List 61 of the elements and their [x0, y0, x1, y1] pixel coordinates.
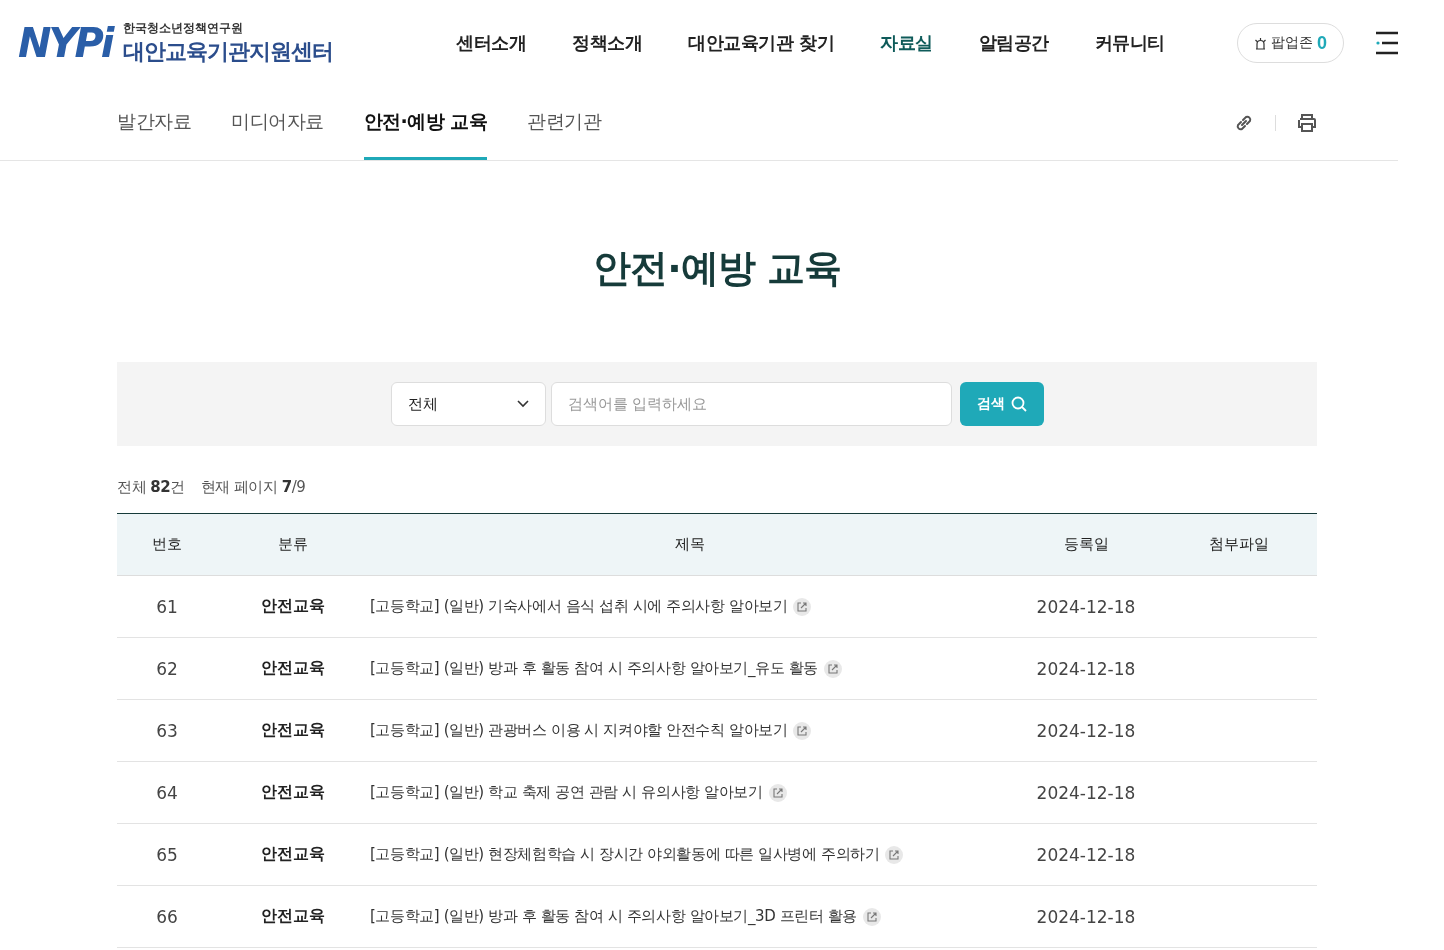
nav-link[interactable]: 센터소개 — [433, 31, 550, 55]
popup-zone-label: 팝업존 — [1271, 34, 1313, 52]
total-count: 전체 82건 — [117, 478, 185, 497]
org-name: 한국청소년정책연구원 — [123, 19, 245, 37]
siren-icon — [1254, 36, 1267, 50]
nav-link[interactable]: 알림공간 — [955, 31, 1072, 55]
number-cell: 61 — [117, 575, 217, 638]
external-link-icon[interactable] — [768, 783, 787, 802]
nav-link[interactable]: 정책소개 — [549, 31, 666, 55]
search-icon — [1010, 396, 1027, 412]
sub-tab[interactable]: 미디어자료 — [231, 86, 324, 160]
column-header: 제목 — [369, 513, 1011, 576]
column-header: 번호 — [117, 513, 217, 576]
external-link-icon[interactable] — [863, 907, 882, 926]
menu-icon[interactable] — [1376, 31, 1398, 55]
number-cell: 64 — [117, 761, 217, 824]
logo-mark[interactable]: NYPi — [18, 20, 112, 66]
post-title-link[interactable]: [고등학교] (일반) 기숙사에서 음식 섭취 시에 주의사항 알아보기 — [370, 597, 788, 615]
post-title-link[interactable]: [고등학교] (일반) 방과 후 활동 참여 시 주의사항 알아보기_유도 활동 — [370, 659, 818, 677]
category-cell: 안전교육 — [217, 575, 369, 638]
category-cell: 안전교육 — [217, 637, 369, 700]
date-cell: 2024-12-18 — [1011, 637, 1161, 700]
site-title[interactable]: 대안교육기관지원센터 — [123, 36, 334, 67]
print-icon[interactable] — [1296, 112, 1318, 134]
chevron-down-icon — [516, 400, 529, 408]
page-indicator: 현재 페이지 7/9 — [200, 478, 306, 497]
popup-count: 0 — [1317, 32, 1327, 54]
sub-tab[interactable]: 발간자료 — [117, 86, 191, 160]
page-title: 안전·예방 교육 — [592, 245, 842, 292]
date-cell: 2024-12-18 — [1011, 575, 1161, 638]
post-title-link[interactable]: [고등학교] (일반) 관광버스 이용 시 지켜야할 안전수칙 알아보기 — [370, 721, 788, 739]
category-cell: 안전교육 — [217, 699, 369, 762]
post-title-link[interactable]: [고등학교] (일반) 학교 축제 공연 관람 시 유의사항 알아보기 — [370, 783, 763, 801]
nav-link[interactable]: 자료실 — [857, 31, 956, 55]
date-cell: 2024-12-18 — [1011, 823, 1161, 886]
search-field[interactable]: 검색어를 입력하세요 — [550, 382, 952, 426]
post-title-link[interactable]: [고등학교] (일반) 현장체험학습 시 장시간 야외활동에 따른 일사병에 주의하기 — [370, 845, 880, 863]
column-header: 분류 — [217, 513, 369, 576]
column-header: 첨부파일 — [1161, 513, 1317, 576]
date-cell: 2024-12-18 — [1011, 885, 1161, 948]
post-title-link[interactable]: [고등학교] (일반) 방과 후 활동 참여 시 주의사항 알아보기_3D 프린터 활용 — [370, 907, 858, 925]
date-cell: 2024-12-18 — [1011, 761, 1161, 824]
date-cell: 2024-12-18 — [1011, 699, 1161, 762]
nav-link[interactable]: 대안교육기관 찾기 — [665, 31, 858, 55]
sub-tab[interactable]: 안전·예방 교육 — [363, 86, 488, 160]
category-dropdown[interactable]: 전체 — [390, 382, 546, 426]
number-cell: 62 — [117, 637, 217, 700]
category-cell: 안전교육 — [217, 761, 369, 824]
category-cell: 안전교육 — [217, 885, 369, 948]
external-link-icon[interactable] — [823, 659, 842, 678]
external-link-icon[interactable] — [793, 721, 812, 740]
external-link-icon[interactable] — [793, 597, 812, 616]
sub-tab[interactable]: 관련기관 — [527, 86, 602, 160]
column-header: 등록일 — [1011, 513, 1161, 576]
number-cell: 65 — [117, 823, 217, 886]
popup-zone-button[interactable]: 팝업존 0 — [1237, 23, 1344, 63]
external-link-icon[interactable] — [885, 845, 904, 864]
number-cell: 66 — [117, 885, 217, 948]
category-cell: 안전교육 — [217, 823, 369, 886]
nav-link[interactable]: 커뮤니티 — [1071, 31, 1188, 55]
number-cell: 63 — [117, 699, 217, 762]
